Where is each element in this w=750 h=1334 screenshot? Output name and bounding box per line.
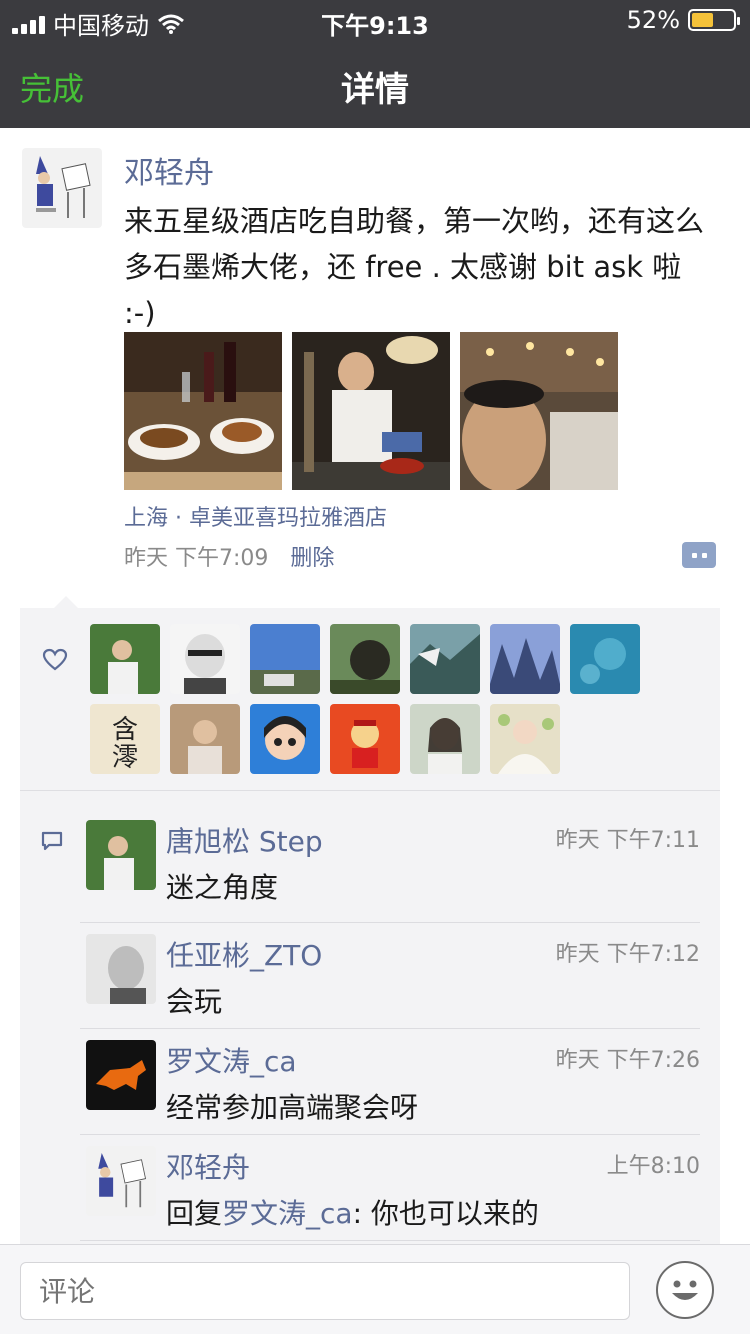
reply-prefix: 回复 xyxy=(166,1197,223,1230)
comment-icon xyxy=(41,831,63,851)
dinner-table-photo[interactable] xyxy=(124,332,282,490)
commenter-name[interactable]: 任亚彬_ZTO xyxy=(166,934,322,974)
page-title: 详情 xyxy=(341,70,409,110)
like-avatar[interactable] xyxy=(250,624,320,694)
location-link[interactable]: 上海 · 卓美亚喜玛拉雅酒店 xyxy=(124,500,387,532)
svg-text:澪: 澪 xyxy=(112,743,138,773)
svg-text:含: 含 xyxy=(112,715,138,745)
commenter-name[interactable]: 罗文涛_ca xyxy=(166,1040,297,1080)
comment-text: 经常参加高端聚会呀 xyxy=(166,1091,419,1124)
like-avatar[interactable] xyxy=(250,704,320,774)
comment-text: 回复罗文涛_ca: 你也可以来的 xyxy=(166,1192,539,1232)
commenter-avatar[interactable] xyxy=(86,820,156,890)
like-avatar[interactable] xyxy=(170,624,240,694)
comment-input-bar xyxy=(0,1244,750,1334)
author-avatar[interactable] xyxy=(22,148,102,228)
comment-time: 昨天 下午7:12 xyxy=(555,942,700,967)
more-actions-button[interactable] xyxy=(682,542,716,568)
emoji-button[interactable] xyxy=(656,1261,714,1319)
like-avatar[interactable] xyxy=(410,624,480,694)
comment-text: 会玩 xyxy=(166,985,223,1018)
delete-link[interactable]: 删除 xyxy=(290,540,334,572)
comment-time: 昨天 下午7:26 xyxy=(555,1048,700,1073)
like-avatar[interactable] xyxy=(330,704,400,774)
commenter-name[interactable]: 邓轻舟 xyxy=(166,1146,250,1186)
reply-mention[interactable]: 罗文涛_ca xyxy=(222,1197,353,1230)
comment-time: 上午8:10 xyxy=(606,1154,700,1179)
header: 中国移动 下午9:13 52% 完成 详情 xyxy=(0,0,750,128)
commenter-avatar[interactable] xyxy=(86,1040,156,1110)
commenter-avatar[interactable] xyxy=(86,934,156,1004)
commenter-name[interactable]: 唐旭松 Step xyxy=(166,820,323,860)
smiley-icon xyxy=(672,1280,698,1300)
battery-percent: 52% xyxy=(626,6,680,34)
post-time: 昨天 下午7:09 xyxy=(124,546,269,571)
comment-input[interactable] xyxy=(20,1262,630,1320)
like-avatar[interactable] xyxy=(170,704,240,774)
like-avatar[interactable]: 含澪 xyxy=(90,704,160,774)
like-avatar-grid: 含澪 xyxy=(90,624,650,774)
heart-icon xyxy=(42,648,68,671)
nav-bar: 完成 详情 xyxy=(0,50,750,120)
like-avatar[interactable] xyxy=(570,624,640,694)
interaction-panel: 含澪 唐旭松 Step 昨天 下午7:11 迷之角度 任亚彬_ZTO 昨天 下午… xyxy=(20,596,720,1248)
author-name[interactable]: 邓轻舟 xyxy=(124,148,214,192)
like-avatar[interactable] xyxy=(330,624,400,694)
selfie-banquet-photo[interactable] xyxy=(460,332,618,490)
like-avatar[interactable] xyxy=(490,704,560,774)
like-avatar[interactable] xyxy=(90,624,160,694)
post-text: 来五星级酒店吃自助餐，第一次哟，还有这么多石墨烯大佬，还 free . 太感谢 … xyxy=(124,204,705,330)
comment-time: 昨天 下午7:11 xyxy=(555,828,700,853)
photo-grid xyxy=(124,332,618,490)
comment-text: 迷之角度 xyxy=(166,871,279,904)
like-avatar[interactable] xyxy=(410,704,480,774)
status-bar: 中国移动 下午9:13 52% xyxy=(0,0,750,40)
battery-icon xyxy=(688,9,740,31)
commenter-avatar[interactable] xyxy=(86,1146,156,1216)
like-avatar[interactable] xyxy=(490,624,560,694)
chef-photo[interactable] xyxy=(292,332,450,490)
likes-section: 含澪 xyxy=(20,608,720,790)
post-meta: 昨天 下午7:09 删除 xyxy=(124,540,334,572)
reply-text: : 你也可以来的 xyxy=(352,1197,539,1230)
